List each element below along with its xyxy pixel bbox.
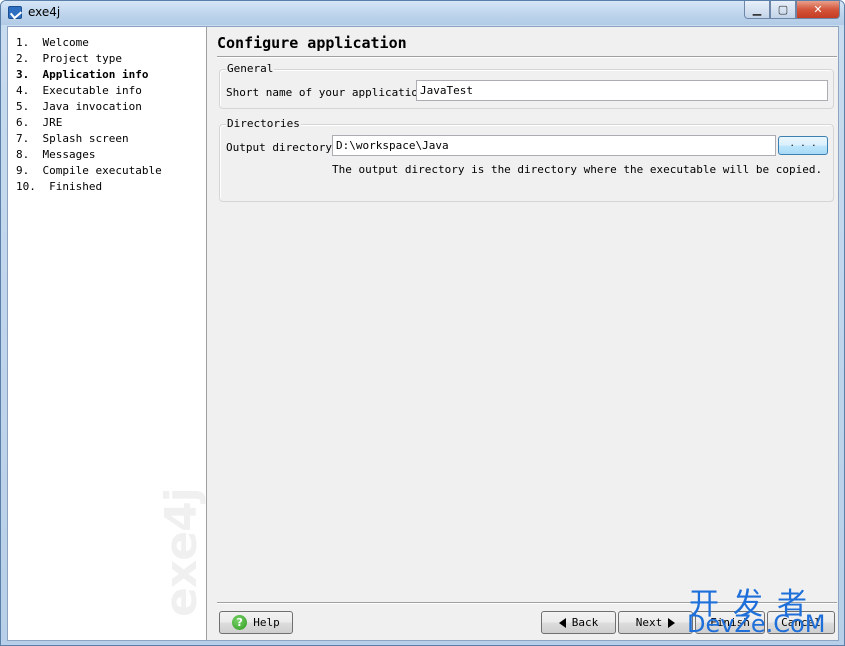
step-messages[interactable]: 8. Messages [16, 147, 162, 163]
directories-group: Directories Output directory: . . . The … [219, 117, 834, 202]
general-group-legend: General [226, 62, 275, 75]
step-splash-screen[interactable]: 7. Splash screen [16, 131, 162, 147]
arrow-right-icon [668, 617, 676, 628]
finish-button-label: Finish [710, 616, 750, 629]
directories-group-legend: Directories [226, 117, 301, 130]
step-executable-info[interactable]: 4. Executable info [16, 83, 162, 99]
step-project-type[interactable]: 2. Project type [16, 51, 162, 67]
minimize-button[interactable]: ▁ [744, 1, 770, 19]
back-button[interactable]: Back [541, 611, 616, 634]
exe4j-app-icon [8, 6, 22, 19]
title-bar[interactable]: exe4j ▁ ▢ ✕ [1, 1, 844, 25]
help-button[interactable]: ? Help [219, 611, 293, 634]
step-jre[interactable]: 6. JRE [16, 115, 162, 131]
title-divider [217, 56, 837, 58]
wizard-steps-sidebar: 1. Welcome 2. Project type 3. Applicatio… [8, 27, 207, 640]
short-name-label: Short name of your application: [226, 86, 432, 99]
cancel-button-label: Cancel [781, 616, 821, 629]
step-application-info[interactable]: 3. Application info [16, 67, 162, 83]
page-title: Configure application [217, 34, 407, 52]
maximize-button[interactable]: ▢ [770, 1, 796, 19]
button-bar-divider [217, 602, 837, 604]
step-welcome[interactable]: 1. Welcome [16, 35, 162, 51]
step-finished[interactable]: 10. Finished [16, 179, 162, 195]
finish-button[interactable]: Finish [695, 611, 765, 634]
help-button-label: Help [253, 616, 280, 629]
back-button-label: Back [571, 616, 599, 629]
window-controls: ▁ ▢ ✕ [744, 1, 840, 19]
step-java-invocation[interactable]: 5. Java invocation [16, 99, 162, 115]
window-title: exe4j [28, 5, 61, 19]
app-window: exe4j ▁ ▢ ✕ 1. Welcome 2. Project type 3… [0, 0, 845, 646]
output-directory-hint: The output directory is the directory wh… [332, 163, 823, 176]
browse-directory-button[interactable]: . . . [778, 136, 828, 155]
output-directory-input[interactable] [332, 135, 776, 156]
cancel-button[interactable]: Cancel [767, 611, 835, 634]
exe4j-watermark-logo: exe4j [156, 488, 207, 617]
help-icon: ? [232, 615, 248, 630]
next-button[interactable]: Next [618, 611, 693, 634]
general-group: General Short name of your application: [219, 62, 834, 109]
output-directory-label: Output directory: [226, 141, 339, 154]
step-compile-executable[interactable]: 9. Compile executable [16, 163, 162, 179]
short-name-input[interactable] [416, 80, 828, 101]
next-button-label: Next [635, 616, 663, 629]
wizard-client-area: 1. Welcome 2. Project type 3. Applicatio… [7, 26, 839, 641]
close-button[interactable]: ✕ [796, 1, 840, 19]
arrow-left-icon [558, 617, 566, 628]
step-list: 1. Welcome 2. Project type 3. Applicatio… [16, 35, 162, 195]
wizard-content: Configure application General Short name… [208, 27, 838, 640]
